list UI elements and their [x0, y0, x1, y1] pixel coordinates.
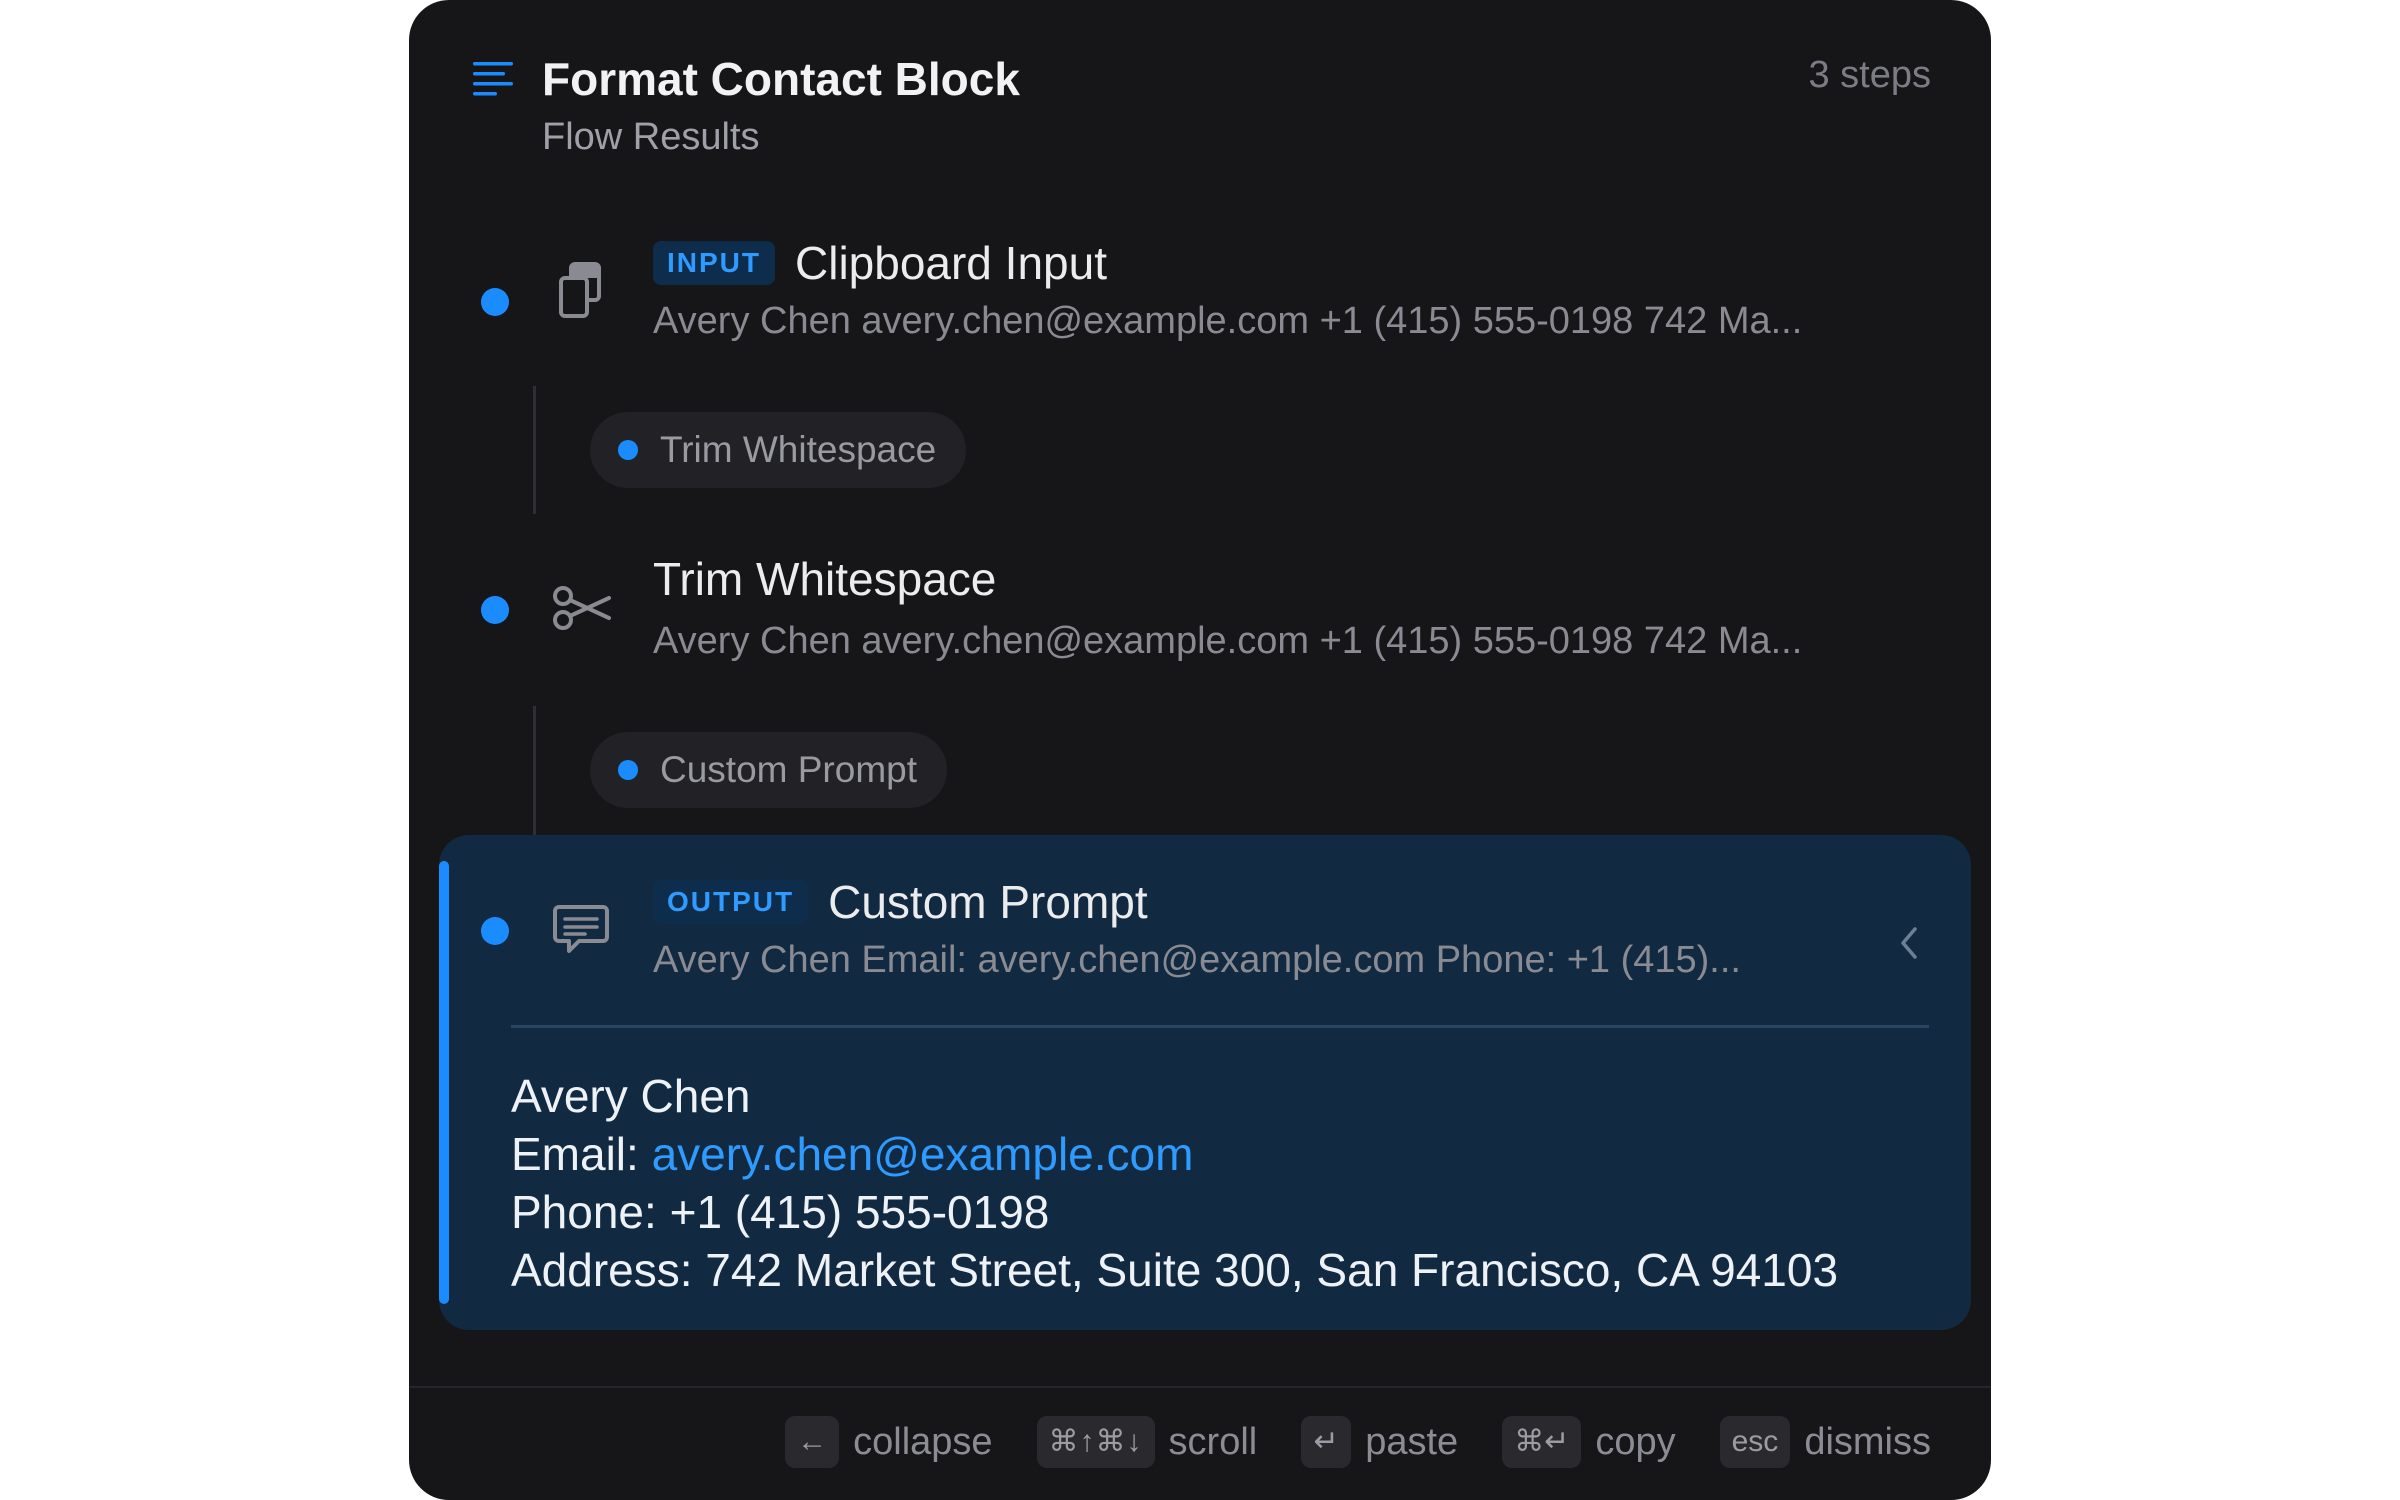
output-badge: OUTPUT — [653, 880, 809, 924]
hint-label: copy — [1595, 1420, 1676, 1463]
hint-label: scroll — [1168, 1420, 1258, 1463]
step-title: Clipboard Input — [795, 237, 1107, 289]
connector-line — [533, 706, 536, 836]
pill-label: Custom Prompt — [660, 749, 918, 790]
step-title: Custom Prompt — [828, 876, 1148, 928]
result-email-line: Email: avery.chen@example.com — [511, 1125, 1838, 1183]
chat-bubble-icon — [553, 905, 609, 953]
output-result: Avery Chen Email: avery.chen@example.com… — [511, 1067, 1838, 1299]
hint-collapse[interactable]: ← collapse — [785, 1416, 993, 1468]
selection-accent-bar — [439, 861, 449, 1304]
flow-results-panel: Format Contact Block Flow Results 3 step… — [409, 0, 1991, 1500]
hint-scroll[interactable]: ⌘↑⌘↓ scroll — [1036, 1416, 1258, 1468]
step-trim-whitespace[interactable]: Trim Whitespace Avery Chen avery.chen@ex… — [409, 553, 1991, 686]
hint-paste[interactable]: ↵ paste — [1301, 1416, 1458, 1468]
key-cmd-return: ⌘↵ — [1502, 1416, 1582, 1468]
list-icon[interactable] — [471, 58, 515, 98]
connector-trim-whitespace: Trim Whitespace — [409, 386, 1991, 516]
pill-status-dot — [618, 760, 638, 780]
chevron-left-icon[interactable] — [1897, 923, 1921, 963]
hint-label: paste — [1365, 1420, 1459, 1463]
page-title: Format Contact Block — [542, 53, 1020, 105]
step-preview: Avery Chen avery.chen@example.com +1 (41… — [653, 300, 1803, 342]
connector-line — [533, 386, 536, 514]
result-name-line: Avery Chen — [511, 1070, 751, 1122]
key-left-arrow: ← — [785, 1416, 840, 1468]
step-preview: Avery Chen avery.chen@example.com +1 (41… — [653, 620, 1803, 662]
hint-label: collapse — [853, 1420, 993, 1463]
step-status-dot — [481, 596, 509, 624]
clipboard-icon — [559, 262, 601, 318]
step-clipboard-input[interactable]: INPUT Clipboard Input Avery Chen avery.c… — [409, 236, 1991, 366]
card-divider — [511, 1025, 1929, 1028]
key-cmd-arrows: ⌘↑⌘↓ — [1036, 1416, 1155, 1468]
hint-label: dismiss — [1804, 1420, 1931, 1463]
step-status-dot — [481, 288, 509, 316]
pill-status-dot — [618, 440, 638, 460]
connector-custom-prompt: Custom Prompt — [409, 706, 1991, 836]
transition-pill[interactable]: Trim Whitespace — [590, 412, 967, 488]
page-subtitle: Flow Results — [542, 116, 760, 158]
hint-dismiss[interactable]: esc dismiss — [1719, 1416, 1931, 1468]
keyboard-hints: ← collapse ⌘↑⌘↓ scroll ↵ paste ⌘↵ copy e… — [741, 1416, 1931, 1468]
result-phone-line: Phone: +1 (415) 555-0198 — [511, 1186, 1050, 1238]
key-esc: esc — [1719, 1416, 1791, 1468]
output-card-custom-prompt[interactable]: OUTPUT Custom Prompt Avery Chen Email: a… — [439, 835, 1971, 1330]
step-title: Trim Whitespace — [653, 553, 997, 605]
step-status-dot — [481, 917, 509, 945]
transition-pill[interactable]: Custom Prompt — [590, 732, 948, 808]
header: Format Contact Block Flow Results 3 step… — [409, 0, 1991, 190]
email-link[interactable]: avery.chen@example.com — [652, 1128, 1194, 1180]
email-prefix: Email: — [511, 1128, 652, 1180]
hint-copy[interactable]: ⌘↵ copy — [1502, 1416, 1676, 1468]
pill-label: Trim Whitespace — [660, 429, 937, 470]
input-badge: INPUT — [653, 241, 775, 285]
key-return: ↵ — [1301, 1416, 1352, 1468]
steps-count: 3 steps — [1808, 54, 1931, 96]
step-preview: Avery Chen Email: avery.chen@example.com… — [653, 939, 1741, 981]
scissors-icon — [553, 586, 611, 630]
footer-divider — [409, 1386, 1991, 1388]
result-address-line: Address: 742 Market Street, Suite 300, S… — [511, 1244, 1839, 1296]
